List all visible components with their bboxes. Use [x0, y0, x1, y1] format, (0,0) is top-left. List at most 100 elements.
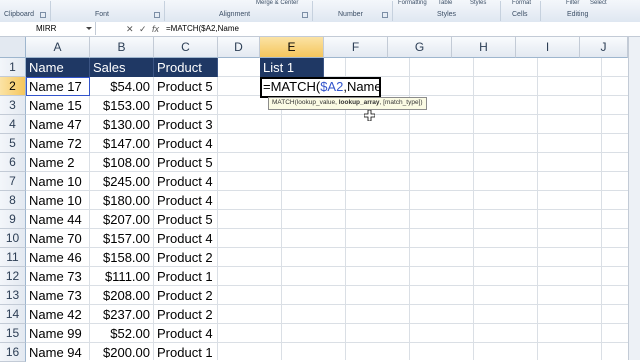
select-button[interactable]: Select: [590, 0, 607, 6]
product-cell[interactable]: Product 5: [154, 96, 218, 115]
row-header-14[interactable]: 14: [0, 305, 26, 324]
name-cell[interactable]: Name 70: [26, 229, 90, 248]
header-cell-product[interactable]: Product: [154, 58, 218, 77]
product-cell[interactable]: Product 5: [154, 210, 218, 229]
row-header-10[interactable]: 10: [0, 229, 26, 248]
product-cell[interactable]: Product 4: [154, 324, 218, 343]
row-header-5[interactable]: 5: [0, 134, 26, 153]
product-cell[interactable]: Product 1: [154, 267, 218, 286]
sales-cell[interactable]: $153.00: [90, 96, 154, 115]
active-cell-editor[interactable]: =MATCH($A2,Name: [260, 77, 382, 98]
name-cell[interactable]: Name 99: [26, 324, 90, 343]
name-box[interactable]: MIRR: [0, 22, 96, 35]
product-cell[interactable]: Product 3: [154, 115, 218, 134]
tooltip-arg-lookup-array[interactable]: lookup_array: [339, 99, 380, 106]
row-header-6[interactable]: 6: [0, 153, 26, 172]
name-cell[interactable]: Name 94: [26, 343, 90, 362]
sales-cell[interactable]: $180.00: [90, 191, 154, 210]
sales-cell[interactable]: $158.00: [90, 248, 154, 267]
name-cell[interactable]: Name 15: [26, 96, 90, 115]
conditional-formatting-button[interactable]: Formatting: [398, 0, 427, 6]
name-cell[interactable]: Name 46: [26, 248, 90, 267]
sales-cell[interactable]: $245.00: [90, 172, 154, 191]
row-header-12[interactable]: 12: [0, 267, 26, 286]
row-header-11[interactable]: 11: [0, 248, 26, 267]
row-header-4[interactable]: 4: [0, 115, 26, 134]
format-as-table-button[interactable]: Table: [438, 0, 452, 6]
number-launcher-icon[interactable]: [382, 12, 388, 18]
chevron-down-icon[interactable]: [86, 27, 92, 30]
row-header-8[interactable]: 8: [0, 191, 26, 210]
product-cell[interactable]: Product 4: [154, 134, 218, 153]
column-header-b[interactable]: B: [90, 37, 154, 58]
name-cell[interactable]: Name 73: [26, 286, 90, 305]
cancel-icon[interactable]: ✕: [126, 23, 134, 35]
enter-icon[interactable]: ✓: [139, 23, 147, 35]
sales-cell[interactable]: $207.00: [90, 210, 154, 229]
product-cell[interactable]: Product 2: [154, 305, 218, 324]
name-cell[interactable]: Name 10: [26, 172, 90, 191]
name-cell[interactable]: Name 73: [26, 267, 90, 286]
name-cell[interactable]: Name 72: [26, 134, 90, 153]
format-button[interactable]: Format: [512, 0, 531, 6]
column-header-h[interactable]: H: [452, 37, 516, 58]
column-header-i[interactable]: I: [516, 37, 580, 58]
header-cell-sales[interactable]: Sales: [90, 58, 154, 77]
formula-input[interactable]: =MATCH($A2,Name: [166, 22, 239, 35]
vertical-scrollbar[interactable]: [628, 37, 640, 360]
column-header-e[interactable]: E: [260, 37, 324, 58]
name-cell[interactable]: Name 17: [26, 77, 90, 96]
alignment-launcher-icon[interactable]: [302, 12, 308, 18]
product-cell[interactable]: Product 4: [154, 172, 218, 191]
cell-styles-button[interactable]: Styles: [470, 0, 486, 6]
row-header-1[interactable]: 1: [0, 58, 26, 77]
row-header-7[interactable]: 7: [0, 172, 26, 191]
sales-cell[interactable]: $237.00: [90, 305, 154, 324]
sales-cell[interactable]: $111.00: [90, 267, 154, 286]
name-cell[interactable]: Name 42: [26, 305, 90, 324]
list-header-cell[interactable]: List 1: [260, 58, 324, 77]
filter-button[interactable]: Filter: [566, 0, 579, 6]
product-cell[interactable]: Product 1: [154, 343, 218, 362]
name-cell[interactable]: Name 44: [26, 210, 90, 229]
sales-cell[interactable]: $130.00: [90, 115, 154, 134]
clipboard-launcher-icon[interactable]: [40, 12, 46, 18]
name-cell[interactable]: Name 10: [26, 191, 90, 210]
name-cell[interactable]: Name 47: [26, 115, 90, 134]
column-header-a[interactable]: A: [26, 37, 90, 58]
column-header-g[interactable]: G: [388, 37, 452, 58]
merge-center-button[interactable]: Merge & Center: [256, 0, 298, 6]
column-header-j[interactable]: J: [580, 37, 628, 58]
product-cell[interactable]: Product 2: [154, 248, 218, 267]
product-cell[interactable]: Product 5: [154, 77, 218, 96]
column-header-c[interactable]: C: [154, 37, 218, 58]
product-cell[interactable]: Product 2: [154, 286, 218, 305]
sales-cell[interactable]: $157.00: [90, 229, 154, 248]
row-header-9[interactable]: 9: [0, 210, 26, 229]
name-cell[interactable]: Name 2: [26, 153, 90, 172]
select-all-corner[interactable]: [0, 37, 26, 58]
product-cell[interactable]: Product 5: [154, 153, 218, 172]
row-header-3[interactable]: 3: [0, 96, 26, 115]
row-header-15[interactable]: 15: [0, 324, 26, 343]
font-launcher-icon[interactable]: [154, 12, 160, 18]
row-header-13[interactable]: 13: [0, 286, 26, 305]
tooltip-arg-match-type[interactable]: , [match_type]): [380, 99, 423, 106]
column-header-d[interactable]: D: [218, 37, 260, 58]
sales-cell[interactable]: $147.00: [90, 134, 154, 153]
tooltip-arg-lookup-value[interactable]: lookup_value,: [297, 99, 339, 106]
row-header-2[interactable]: 2: [0, 77, 26, 96]
sales-cell[interactable]: $54.00: [90, 77, 154, 96]
sales-cell[interactable]: $52.00: [90, 324, 154, 343]
column-header-f[interactable]: F: [324, 37, 388, 58]
product-cell[interactable]: Product 4: [154, 191, 218, 210]
sales-cell[interactable]: $200.00: [90, 343, 154, 362]
product-cell[interactable]: Product 4: [154, 229, 218, 248]
row-header-16[interactable]: 16: [0, 343, 26, 362]
sales-cell[interactable]: $108.00: [90, 153, 154, 172]
header-cell-name[interactable]: Name: [26, 58, 90, 77]
ribbon-separator: [50, 1, 51, 21]
insert-function-icon[interactable]: fx: [152, 23, 159, 35]
function-tooltip[interactable]: MATCH(lookup_value, lookup_array, [match…: [268, 97, 427, 110]
sales-cell[interactable]: $208.00: [90, 286, 154, 305]
